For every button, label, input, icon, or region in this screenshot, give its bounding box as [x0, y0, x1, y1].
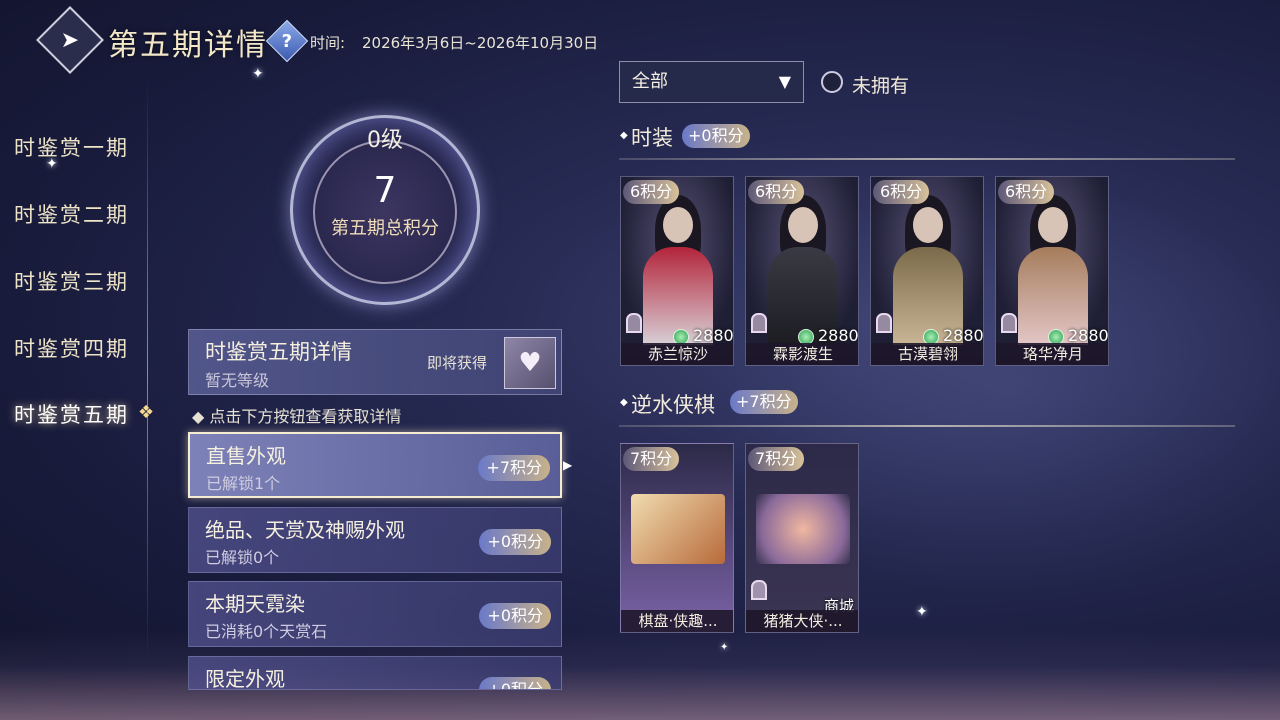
outfit-card[interactable]: 6积分 2880 珞华净月	[995, 176, 1109, 366]
triangle-down-icon: ▼	[778, 72, 791, 91]
category-status: 已解锁0个	[205, 548, 280, 567]
category-status: 已消耗0个天赏石	[205, 622, 328, 641]
section-bullet-icon: ◆	[620, 397, 628, 408]
hint-label: 点击下方按钮查看获取详情	[209, 407, 402, 426]
section-divider	[619, 425, 1235, 427]
question-icon: ?	[281, 30, 293, 52]
season-detail-title: 时鉴赏五期详情	[205, 340, 352, 364]
category-title: 限定外观	[205, 667, 285, 690]
coming-soon-label: 即将获得	[427, 354, 488, 372]
card-points-badge: 6积分	[623, 180, 680, 204]
outfit-card[interactable]: 6积分 2880 霖影渡生	[745, 176, 859, 366]
card-name: 赤兰惊沙	[621, 343, 733, 365]
category-title: 绝品、天赏及神赐外观	[205, 518, 405, 542]
card-name: 珞华净月	[996, 343, 1108, 365]
card-points-badge: 7积分	[623, 447, 680, 471]
category-points-badge: +7积分	[478, 455, 550, 481]
category-points-badge: +0积分	[479, 603, 551, 629]
section-title-outfits: 时装	[631, 126, 673, 150]
figure-head	[1038, 207, 1068, 243]
card-points-badge: 7积分	[748, 447, 805, 471]
reward-preview-icon[interactable]: ♥	[504, 337, 556, 389]
lock-icon	[626, 313, 642, 333]
nav-item-season-4[interactable]: 时鉴赏四期	[14, 333, 129, 363]
card-name: 霖影渡生	[746, 343, 858, 365]
card-name: 古漠碧翎	[871, 343, 983, 365]
card-points-badge: 6积分	[998, 180, 1055, 204]
card-name: 棋盘·侠趣...	[621, 610, 733, 632]
section-bullet-icon: ◆	[620, 130, 628, 141]
back-button[interactable]: ➤	[36, 6, 104, 74]
item-artwork	[631, 494, 725, 564]
section-points-badge: +7积分	[730, 390, 798, 414]
outfit-card[interactable]: 6积分 2880 古漠碧翎	[870, 176, 984, 366]
filter-dropdown[interactable]: 全部 ▼	[619, 61, 804, 103]
filter-selected-value: 全部	[632, 71, 668, 92]
page-title: 第五期详情	[108, 28, 268, 63]
sparkle-icon: ✦	[252, 66, 264, 82]
lock-icon	[751, 313, 767, 333]
figure-head	[913, 207, 943, 243]
card-points-badge: 6积分	[873, 180, 930, 204]
category-dye[interactable]: 本期天霓染 已消耗0个天赏石 +0积分	[188, 581, 562, 647]
category-title: 本期天霓染	[205, 592, 305, 616]
category-status: 已解锁1个	[206, 474, 281, 493]
lock-icon	[1001, 313, 1017, 333]
category-points-badge: +0积分	[479, 677, 551, 689]
time-label: 时间:	[310, 34, 346, 52]
season-level-status: 暂无等级	[205, 371, 270, 390]
nav-item-season-5[interactable]: 时鉴赏五期	[14, 399, 129, 429]
hint-text: ◆ 点击下方按钮查看获取详情	[192, 407, 402, 426]
card-points-badge: 6积分	[748, 180, 805, 204]
nav-divider	[147, 80, 148, 660]
category-points-badge: +0积分	[479, 529, 551, 555]
chess-item-card[interactable]: 7积分 商城 猪猪大侠·...	[745, 443, 859, 633]
season-detail-card[interactable]: 时鉴赏五期详情 暂无等级 即将获得 ♥	[188, 329, 562, 395]
active-marker-icon: ❖	[138, 402, 155, 423]
sparkle-icon: ✦	[720, 642, 729, 653]
section-title-chess: 逆水侠棋	[631, 393, 715, 417]
sparkle-icon: ✦	[916, 604, 928, 620]
level-ring-inner	[313, 140, 457, 284]
category-direct-sale[interactable]: 直售外观 已解锁1个 +7积分	[188, 432, 562, 498]
time-value: 2026年3月6日~2026年10月30日	[362, 34, 599, 52]
section-divider	[619, 158, 1235, 160]
category-premium[interactable]: 绝品、天赏及神赐外观 已解锁0个 +0积分	[188, 507, 562, 573]
figure-head	[663, 207, 693, 243]
category-limited[interactable]: 限定外观 +0积分	[188, 656, 562, 690]
help-button[interactable]: ?	[265, 19, 309, 63]
category-title: 直售外观	[206, 444, 286, 468]
outfit-card[interactable]: 6积分 2880 赤兰惊沙	[620, 176, 734, 366]
nav-item-season-3[interactable]: 时鉴赏三期	[14, 266, 129, 296]
card-name: 猪猪大侠·...	[746, 610, 858, 632]
section-points-badge: +0积分	[682, 124, 750, 148]
unowned-label: 未拥有	[852, 75, 910, 97]
back-arrow-icon: ➤	[60, 27, 80, 53]
chess-item-card[interactable]: 7积分棋盘·侠趣...	[620, 443, 734, 633]
figure-head	[788, 207, 818, 243]
unowned-radio[interactable]	[821, 71, 843, 93]
selected-arrow-icon: ▶	[563, 458, 573, 472]
item-artwork	[756, 494, 850, 564]
lock-icon	[751, 580, 767, 600]
lock-icon	[876, 313, 892, 333]
